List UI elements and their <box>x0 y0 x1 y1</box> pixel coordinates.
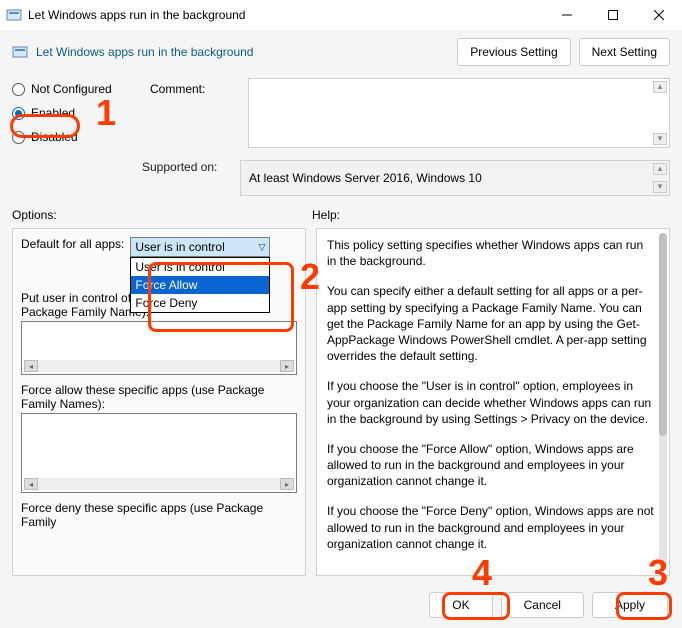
titlebar: Let Windows apps run in the background <box>0 0 682 30</box>
vscrollbar[interactable] <box>659 233 667 571</box>
next-setting-button[interactable]: Next Setting <box>579 38 670 66</box>
ok-button[interactable]: OK <box>429 592 492 618</box>
policy-icon-large <box>12 44 28 60</box>
spin-down-icon[interactable]: ▼ <box>653 181 667 193</box>
pane-labels: Options: Help: <box>0 206 682 228</box>
spin-up-icon[interactable]: ▲ <box>653 163 667 175</box>
default-select[interactable]: User is in control ▽ <box>130 237 270 257</box>
apply-button[interactable]: Apply <box>592 592 668 618</box>
cancel-button[interactable]: Cancel <box>501 592 584 618</box>
comment-label: Comment: <box>150 82 205 96</box>
header-row: Let Windows apps run in the background P… <box>0 30 682 70</box>
hscrollbar[interactable]: ◂ ▸ <box>24 360 294 372</box>
comment-input[interactable]: ▲ ▼ <box>248 78 670 148</box>
scroll-left-icon[interactable]: ◂ <box>24 360 38 372</box>
radio-not-configured[interactable]: Not Configured <box>12 82 142 96</box>
help-p: If you choose the "User is in control" o… <box>327 378 655 427</box>
help-p: If you choose the "Force Deny" option, W… <box>327 503 655 552</box>
maximize-button[interactable] <box>590 0 636 30</box>
radio-label: Enabled <box>31 106 75 120</box>
scroll-right-icon[interactable]: ▸ <box>280 360 294 372</box>
options-pane: Default for all apps: User is in control… <box>12 228 306 576</box>
scroll-thumb[interactable] <box>659 233 667 436</box>
force-allow-label: Force allow these specific apps (use Pac… <box>21 383 297 411</box>
option-force-allow[interactable]: Force Allow <box>131 276 269 294</box>
radio-enabled[interactable]: Enabled <box>12 106 142 120</box>
dialog-buttons: OK Cancel Apply <box>429 592 668 618</box>
help-p: You can specify either a default setting… <box>327 283 655 364</box>
window-title: Let Windows apps run in the background <box>28 8 544 22</box>
policy-icon <box>6 7 22 23</box>
radio-label: Not Configured <box>31 82 112 96</box>
help-label: Help: <box>312 208 340 222</box>
scroll-right-icon[interactable]: ▸ <box>280 478 294 490</box>
default-select-dropdown: User is in control Force Allow Force Den… <box>130 257 270 313</box>
split-panes: Default for all apps: User is in control… <box>0 228 682 576</box>
header-subtitle: Let Windows apps run in the background <box>36 45 449 59</box>
minimize-button[interactable] <box>544 0 590 30</box>
radio-dot <box>12 107 25 120</box>
option-user-in-control[interactable]: User is in control <box>131 258 269 276</box>
supported-text: At least Windows Server 2016, Windows 10 <box>249 171 482 185</box>
options-label: Options: <box>12 208 57 222</box>
select-value: User is in control <box>135 240 224 254</box>
help-p: If you choose the "Force Allow" option, … <box>327 441 655 490</box>
supported-box: At least Windows Server 2016, Windows 10… <box>240 160 670 196</box>
help-pane: This policy setting specifies whether Wi… <box>316 228 670 576</box>
supported-label: Supported on: <box>142 160 217 174</box>
help-p: This policy setting specifies whether Wi… <box>327 237 655 269</box>
spin-down-icon[interactable]: ▼ <box>653 133 667 145</box>
supported-row: Supported on: At least Windows Server 20… <box>0 154 682 206</box>
spin-up-icon[interactable]: ▲ <box>653 81 667 93</box>
radio-label: Disabled <box>31 130 78 144</box>
option-force-deny[interactable]: Force Deny <box>131 294 269 312</box>
put-user-listbox[interactable]: ◂ ▸ <box>21 321 297 375</box>
radio-dot <box>12 83 25 96</box>
force-allow-listbox[interactable]: ◂ ▸ <box>21 413 297 493</box>
config-row: Not Configured Enabled Disabled Comment:… <box>0 70 682 154</box>
hscrollbar[interactable]: ◂ ▸ <box>24 478 294 490</box>
scroll-left-icon[interactable]: ◂ <box>24 478 38 490</box>
previous-setting-button[interactable]: Previous Setting <box>457 38 570 66</box>
radio-dot <box>12 131 25 144</box>
default-label: Default for all apps: <box>21 237 124 251</box>
radio-disabled[interactable]: Disabled <box>12 130 142 144</box>
force-deny-label: Force deny these specific apps (use Pack… <box>21 501 297 529</box>
chevron-down-icon: ▽ <box>258 242 265 253</box>
close-button[interactable] <box>636 0 682 30</box>
